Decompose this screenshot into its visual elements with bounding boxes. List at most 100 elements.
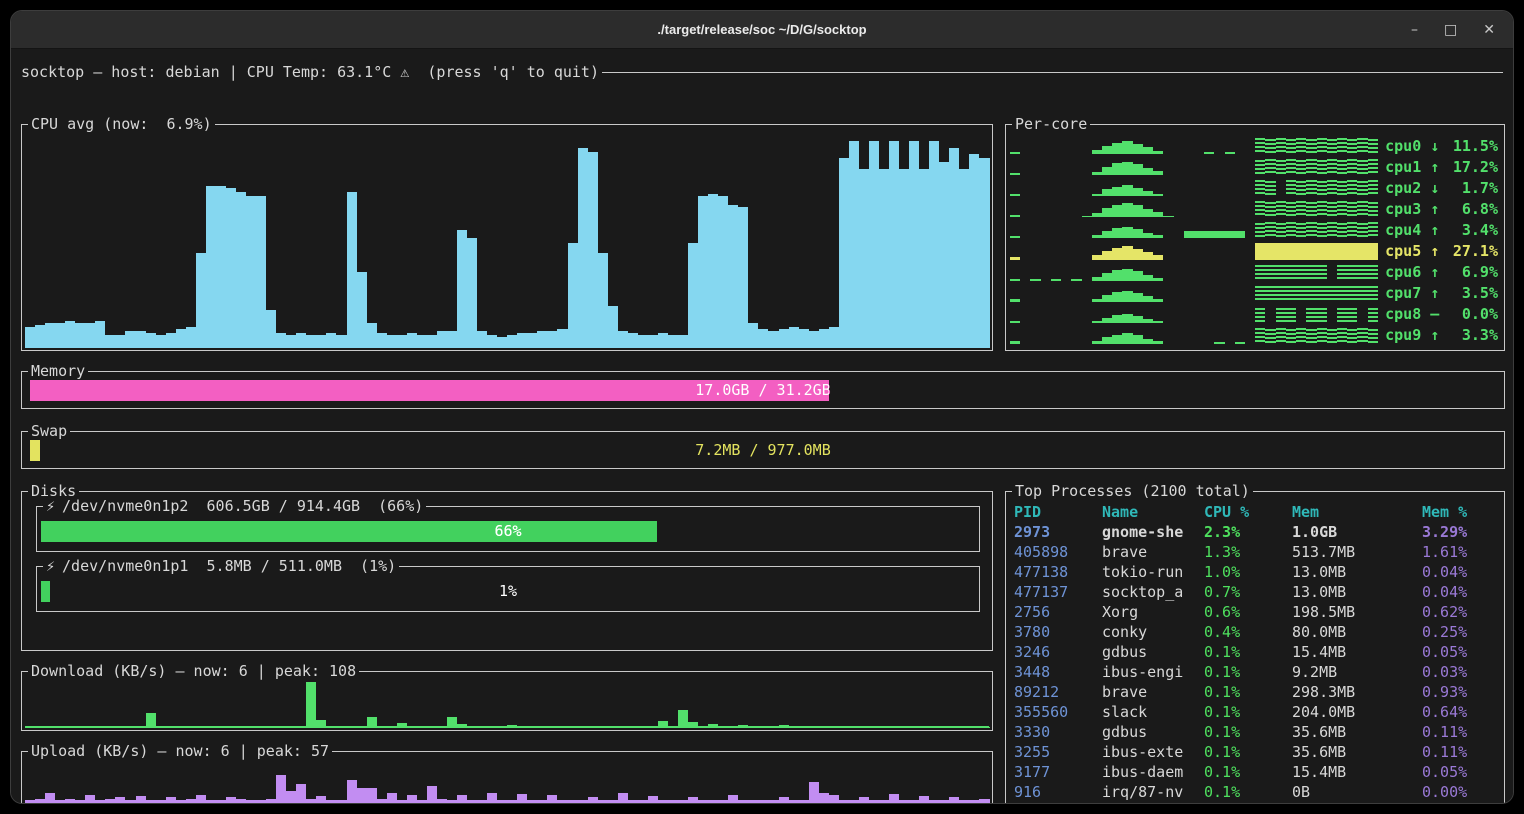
spark-bar [1306, 139, 1316, 154]
cpu-history-chart [25, 137, 989, 348]
history-bar [176, 329, 186, 348]
history-bar [758, 329, 768, 348]
history-bar [849, 727, 859, 728]
history-bar [668, 727, 678, 728]
spark-bar [1306, 243, 1316, 260]
spark-bar [1153, 299, 1163, 302]
history-bar [949, 148, 959, 348]
history-bar [568, 243, 578, 349]
spark-bar [1357, 160, 1367, 175]
history-bar [748, 323, 758, 348]
terminal-content[interactable]: socktop — host: debian | CPU Temp: 63.1°… [11, 49, 1513, 803]
minimize-icon[interactable]: – [1411, 23, 1418, 37]
process-cell-mempct: 0.11% [1422, 742, 1500, 762]
spark-bar [1225, 231, 1235, 239]
history-bar [55, 727, 65, 728]
process-cell-mempct: 0.11% [1422, 722, 1500, 742]
spark-bar [1153, 212, 1163, 217]
core-name-arrow: cpu2 ↓ [1385, 179, 1448, 197]
process-cell-name: ibus-engi [1102, 662, 1204, 682]
history-bar [196, 253, 206, 348]
history-bar [557, 329, 567, 348]
history-bar [447, 331, 457, 348]
history-bar [236, 727, 246, 728]
spark-bar [1327, 286, 1337, 302]
spark-bar [1306, 202, 1316, 217]
process-cell-pid: 3246 [1014, 642, 1102, 662]
history-bar [547, 331, 557, 348]
history-bar [728, 727, 738, 728]
core-percent: 1.7% [1448, 179, 1498, 197]
spark-bar [1306, 222, 1316, 238]
spark-bar [1357, 328, 1367, 344]
spark-bar [1357, 286, 1367, 301]
history-bar [859, 797, 869, 804]
process-cell-cpu: 0.1% [1204, 682, 1292, 702]
history-bar [618, 727, 628, 728]
spark-bar [1368, 180, 1378, 196]
process-cell-pid: 89212 [1014, 682, 1102, 702]
history-bar [849, 141, 859, 348]
process-cell-cpu: 0.1% [1204, 702, 1292, 722]
app-header-text: socktop — host: debian | CPU Temp: 63.1°… [21, 63, 599, 81]
spark-bar [1317, 265, 1327, 281]
process-cell-mempct: 0.93% [1422, 682, 1500, 702]
process-cell-name: socktop_a [1102, 582, 1204, 602]
spark-bar [1306, 180, 1316, 196]
close-icon[interactable]: ✕ [1483, 23, 1495, 37]
history-bar [939, 727, 949, 728]
spark-bar [1143, 319, 1153, 323]
history-bar [618, 331, 628, 348]
process-cell-name: Xorg [1102, 602, 1204, 622]
history-bar [437, 727, 447, 728]
process-row: 916irq/87-nv0.1%0B0.00% [1014, 782, 1500, 802]
processes-title: Top Processes (2100 total) [1012, 482, 1253, 501]
gauge-label: 7.2MB / 977.0MB [30, 440, 1496, 461]
history-bar [477, 727, 487, 728]
process-cell-mempct: 3.29% [1422, 522, 1500, 542]
history-bar [45, 727, 55, 728]
history-bar [789, 727, 799, 728]
spark-bar [1071, 279, 1081, 281]
history-bar [829, 795, 839, 804]
spark-bar [1143, 339, 1153, 344]
history-bar [678, 710, 688, 728]
process-cell-mem: 204.0MB [1292, 702, 1422, 722]
spark-bar [1347, 286, 1357, 302]
spark-bar [1092, 321, 1102, 323]
history-bar [638, 727, 648, 728]
disk-bolt-icon: ⚡ [46, 557, 55, 576]
history-bar [628, 333, 638, 348]
history-bar [336, 800, 346, 804]
history-bar [708, 800, 718, 804]
window-titlebar[interactable]: ./target/release/soc ~/D/G/socktop – □ ✕ [11, 11, 1513, 49]
upload-panel: Upload (KB/s) — now: 6 | peak: 57 [21, 751, 993, 804]
history-bar [768, 800, 778, 804]
history-bar [156, 335, 166, 348]
history-bar [347, 727, 357, 728]
history-bar [708, 194, 718, 348]
history-bar [939, 800, 949, 804]
core-name-arrow: cpu7 ↑ [1385, 284, 1448, 302]
history-bar [919, 727, 929, 728]
core-percent: 11.5% [1448, 137, 1498, 155]
spark-bar [1112, 315, 1122, 323]
history-bar [477, 331, 487, 348]
maximize-icon[interactable]: □ [1444, 23, 1457, 37]
history-bar [819, 329, 829, 348]
processes-panel: Top Processes (2100 total) PIDNameCPU %M… [1005, 491, 1505, 804]
history-bar [598, 253, 608, 348]
history-bar [457, 795, 467, 804]
disk2-title-text: /dev/nvme0n1p1 5.8MB / 511.0MB (1%) [62, 557, 396, 576]
spark-bar [1276, 265, 1286, 281]
history-bar [929, 800, 939, 804]
spark-bar [1010, 321, 1020, 323]
process-cell-pid: 3780 [1014, 622, 1102, 642]
spark-bar [1143, 147, 1153, 154]
spark-bar [1357, 265, 1367, 281]
history-bar [537, 800, 547, 804]
history-bar [357, 788, 367, 804]
spark-bar [1337, 243, 1347, 260]
swap-title: Swap [28, 422, 70, 441]
core-name-arrow: cpu5 ↑ [1385, 242, 1448, 260]
